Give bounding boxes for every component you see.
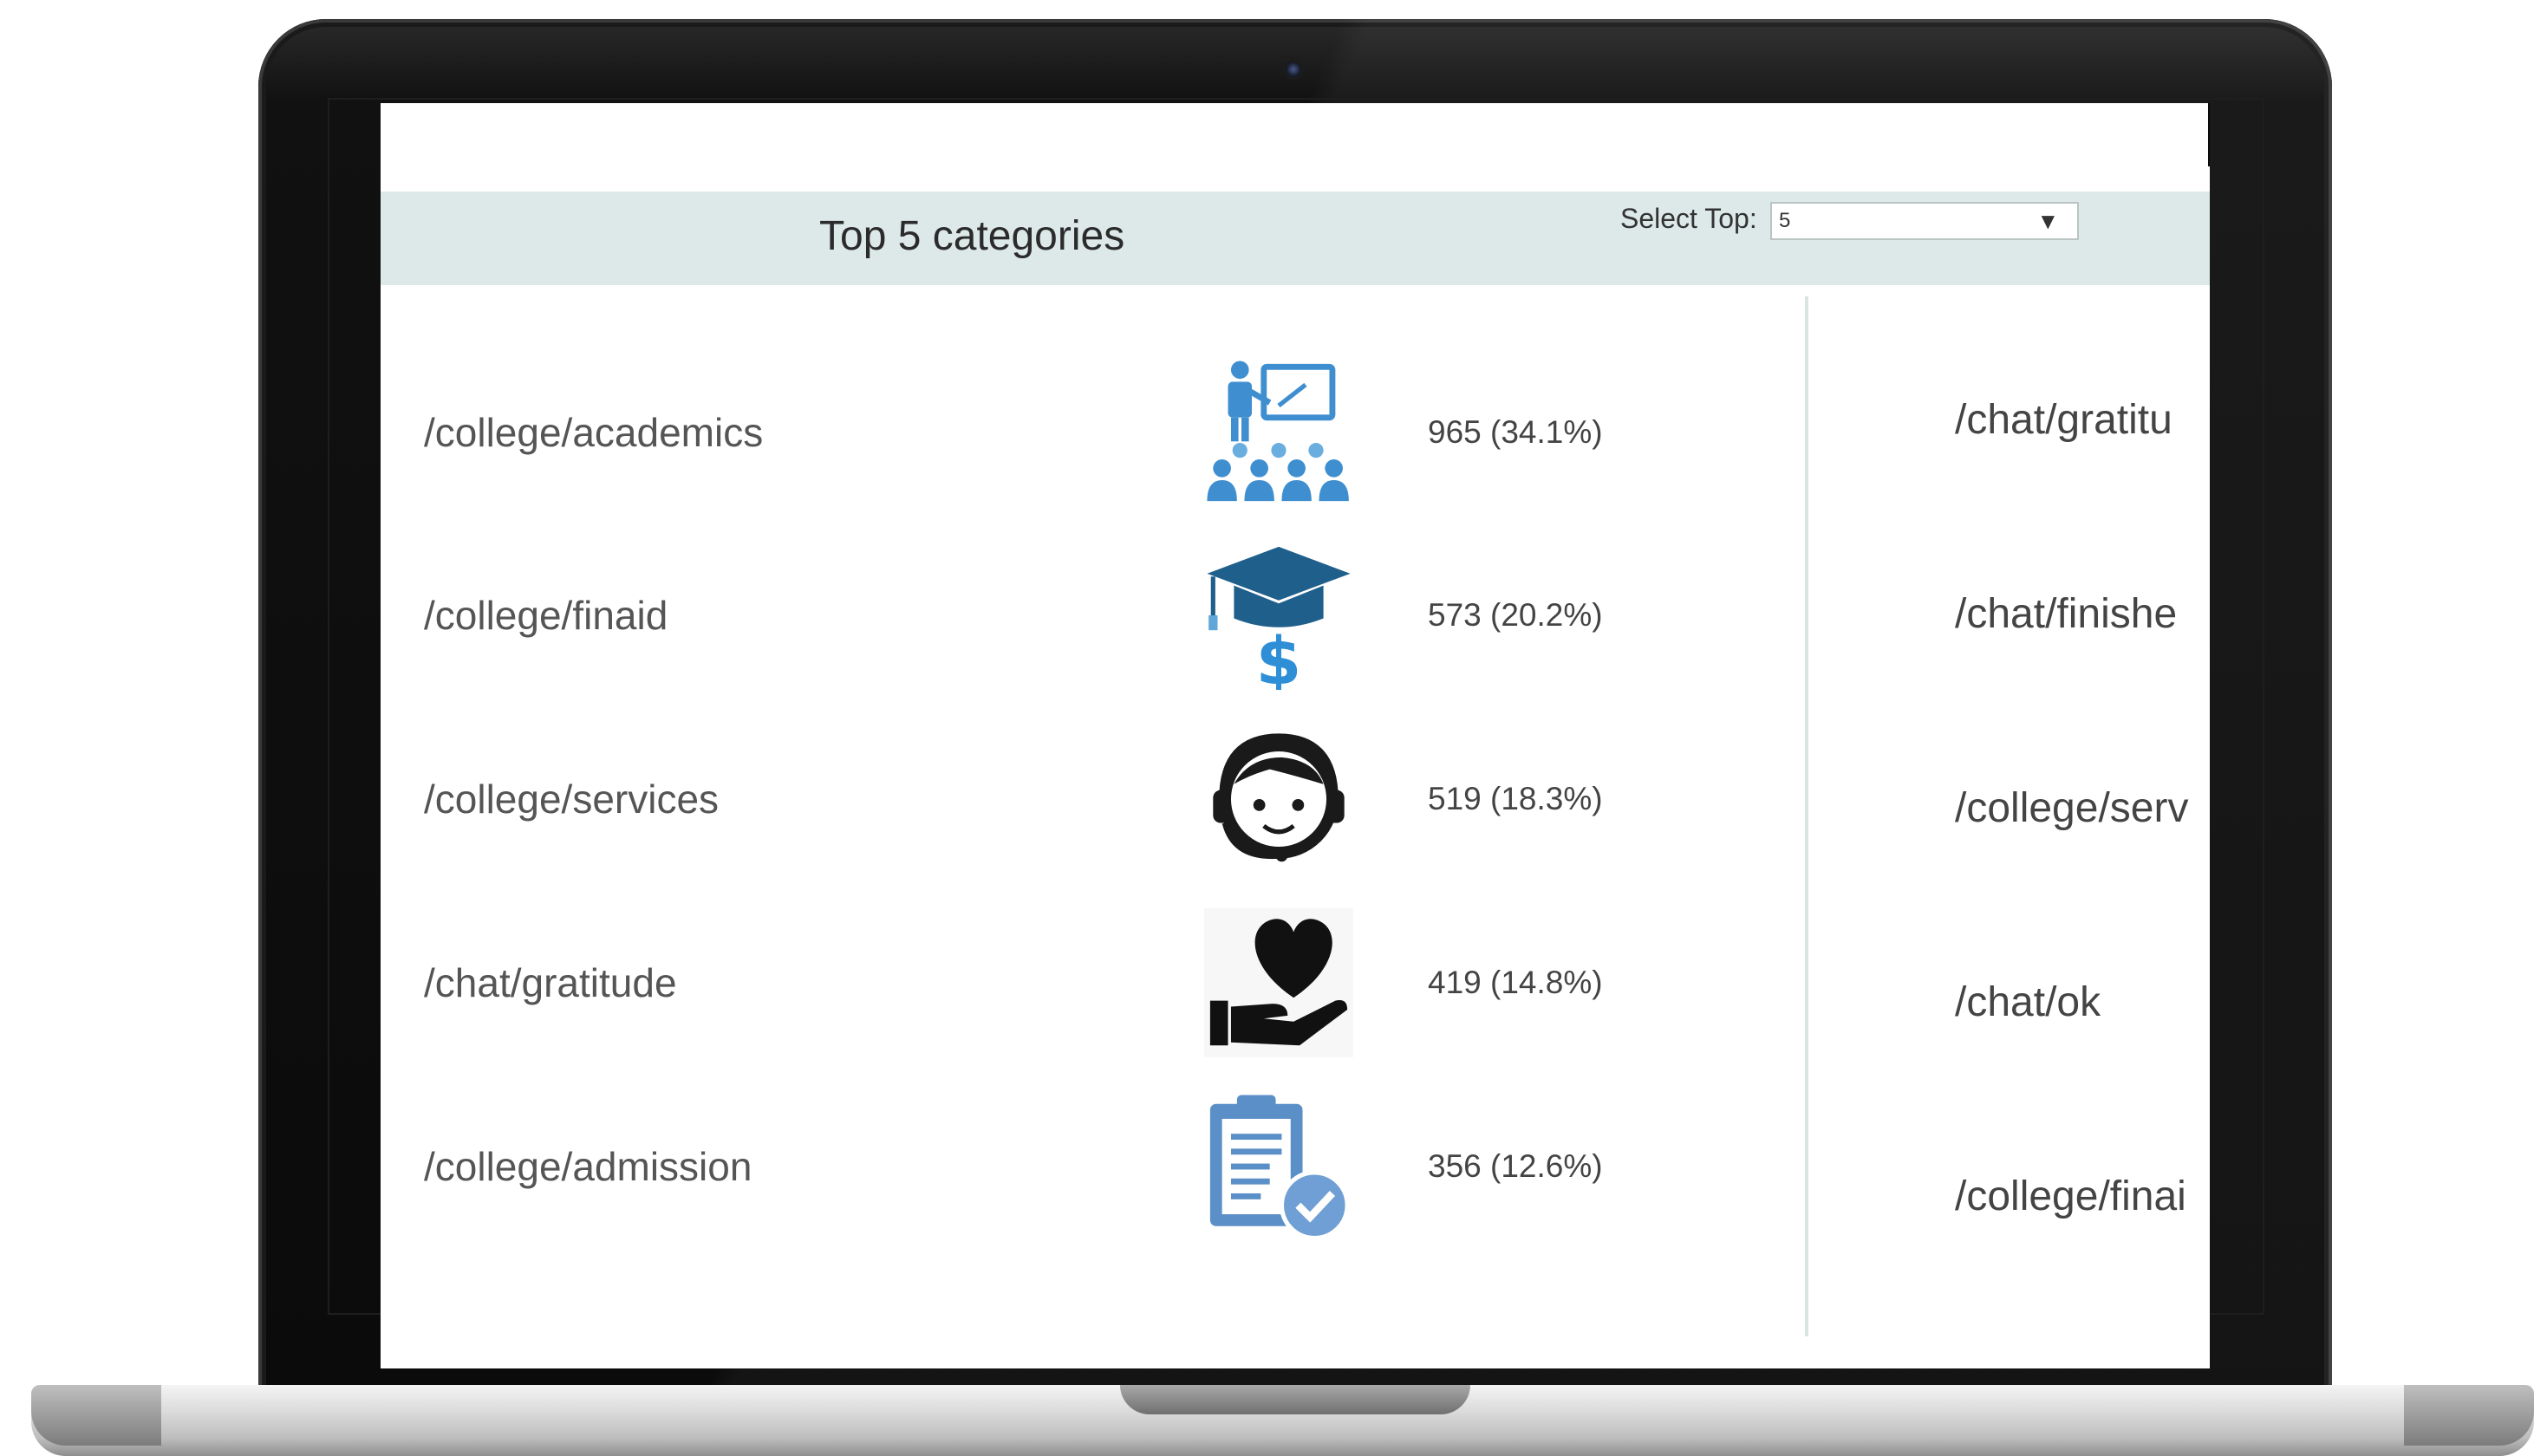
- category-label: /chat/gratitude: [424, 960, 677, 1005]
- laptop-hinge-notch: [1120, 1385, 1470, 1414]
- category-value: 573 (20.2%): [1428, 597, 1603, 633]
- laptop-base-left: [31, 1385, 161, 1446]
- category-row: /college/academics 965 (34.1%): [381, 346, 1802, 519]
- category-row: /college/admission 356 (12.6%): [381, 1080, 1802, 1253]
- right-panel-item: /college/serv: [1955, 785, 2189, 831]
- laptop-base-right: [2404, 1385, 2534, 1446]
- category-value: 519 (18.3%): [1428, 781, 1603, 816]
- category-label: /college/academics: [424, 410, 764, 455]
- category-value: 356 (12.6%): [1428, 1148, 1603, 1184]
- select-top-dropdown[interactable]: 5 ▼: [1770, 202, 2079, 240]
- category-value: 419 (14.8%): [1428, 965, 1603, 1000]
- support-headset-icon: [1204, 725, 1353, 874]
- heart-in-hand-icon: [1204, 908, 1353, 1057]
- right-panel-item: /chat/gratitu: [1955, 397, 2172, 443]
- panel-divider: [1805, 296, 1808, 1336]
- category-row: /chat/gratitude 419 (14.8%): [381, 896, 1802, 1069]
- right-panel-item: /chat/ok: [1955, 979, 2101, 1025]
- dashboard-screen: Top 5 categories Select Top: 5 ▼ /colleg…: [381, 103, 2210, 1368]
- page-title: Top 5 categories: [819, 213, 1125, 259]
- right-panel-item: /college/finai: [1955, 1173, 2186, 1219]
- teacher-classroom-icon: [1204, 358, 1353, 507]
- clipboard-check-icon: [1204, 1092, 1353, 1241]
- category-row: /college/finaid $ 573 (20.2%): [381, 529, 1802, 702]
- graduation-cap-dollar-icon: $: [1204, 541, 1353, 690]
- select-top-value: 5: [1779, 209, 1791, 232]
- chevron-down-icon: ▼: [2041, 211, 2055, 231]
- right-panel-item: /chat/finishe: [1955, 591, 2178, 637]
- category-row: /college/services 519 (18.3%): [381, 712, 1802, 886]
- category-value: 965 (34.1%): [1428, 414, 1603, 450]
- svg-text:$: $: [1256, 623, 1302, 690]
- category-label: /college/services: [424, 777, 720, 822]
- category-label: /college/admission: [424, 1144, 752, 1189]
- screen-edge: [2208, 103, 2210, 166]
- camera-icon: [1286, 62, 1301, 77]
- select-top-label: Select Top:: [1620, 203, 1757, 234]
- category-label: /college/finaid: [424, 593, 668, 638]
